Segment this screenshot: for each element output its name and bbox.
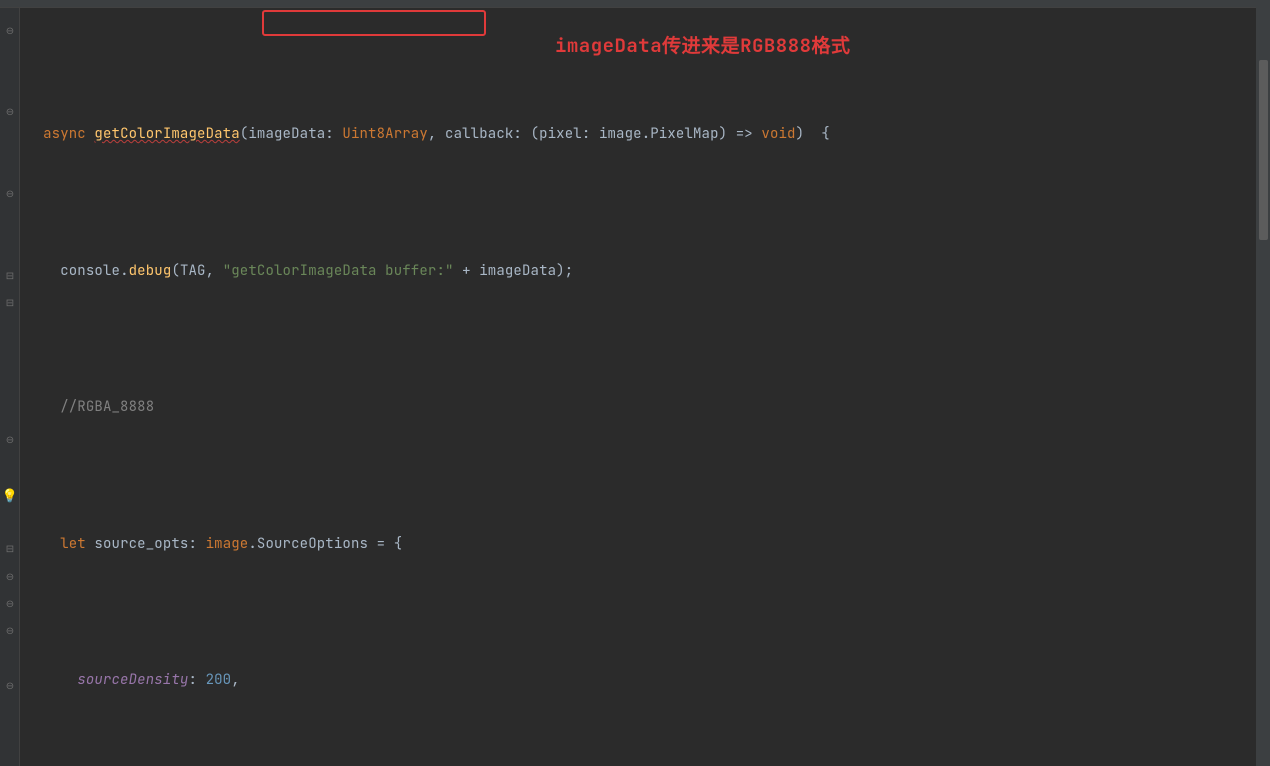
fold-icon[interactable]: ⊟: [6, 271, 14, 281]
annotation-text: imageData传进来是RGB888格式: [555, 32, 851, 59]
code-editor[interactable]: ⊖ ⊖ ⊖ ⊟ ⊟ ⊖ 💡 ⊟ ⊖ ⊖ ⊖ ⊖ async getColorIm…: [0, 8, 1270, 766]
number: 200: [206, 671, 232, 689]
code-line: sourceDensity: 200,: [26, 667, 1270, 694]
comment: //RGBA_8888: [60, 398, 154, 416]
function-name: getColorImageData: [94, 125, 239, 143]
fold-icon[interactable]: ⊖: [6, 435, 14, 445]
type: PixelMap: [650, 125, 718, 143]
fold-icon[interactable]: ⊖: [6, 681, 14, 691]
fold-icon[interactable]: ⊖: [6, 626, 14, 636]
param: pixel: [539, 125, 582, 143]
namespace: image: [206, 535, 249, 553]
code-line: let source_opts: image.SourceOptions = {: [26, 531, 1270, 558]
identifier: TAG: [180, 262, 206, 280]
fold-icon[interactable]: ⊖: [6, 26, 14, 36]
keyword: let: [60, 535, 86, 553]
code-area[interactable]: async getColorImageData(imageData: Uint8…: [20, 8, 1270, 766]
fold-icon[interactable]: ⊖: [6, 189, 14, 199]
string: "getColorImageData buffer:": [223, 262, 454, 280]
identifier: console: [60, 262, 120, 280]
param: callback: [445, 125, 513, 143]
type: Uint8Array: [342, 125, 428, 143]
vertical-scrollbar[interactable]: [1256, 0, 1270, 766]
code-line: async getColorImageData(imageData: Uint8…: [26, 121, 1270, 148]
identifier: imageData: [479, 262, 556, 280]
fold-icon[interactable]: ⊖: [6, 572, 14, 582]
keyword: void: [761, 125, 795, 143]
param: imageData: [248, 125, 325, 143]
code-line: //RGBA_8888: [26, 394, 1270, 421]
fold-icon[interactable]: ⊟: [6, 298, 14, 308]
namespace: image: [599, 125, 642, 143]
method: debug: [129, 262, 172, 280]
identifier: source_opts: [94, 535, 188, 553]
annotation-box: [262, 10, 486, 36]
fold-icon[interactable]: ⊖: [6, 599, 14, 609]
code-line: console.debug(TAG, "getColorImageData bu…: [26, 258, 1270, 285]
lightbulb-icon[interactable]: 💡: [2, 487, 18, 504]
fold-icon[interactable]: ⊖: [6, 107, 14, 117]
editor-gutter[interactable]: ⊖ ⊖ ⊖ ⊟ ⊟ ⊖ 💡 ⊟ ⊖ ⊖ ⊖ ⊖: [0, 8, 20, 766]
type: SourceOptions: [257, 535, 368, 553]
property: sourceDensity: [77, 671, 188, 689]
keyword: async: [43, 125, 86, 143]
editor-tab-bar[interactable]: [0, 0, 1270, 8]
fold-icon[interactable]: ⊟: [6, 544, 14, 554]
scrollbar-thumb[interactable]: [1259, 60, 1268, 240]
